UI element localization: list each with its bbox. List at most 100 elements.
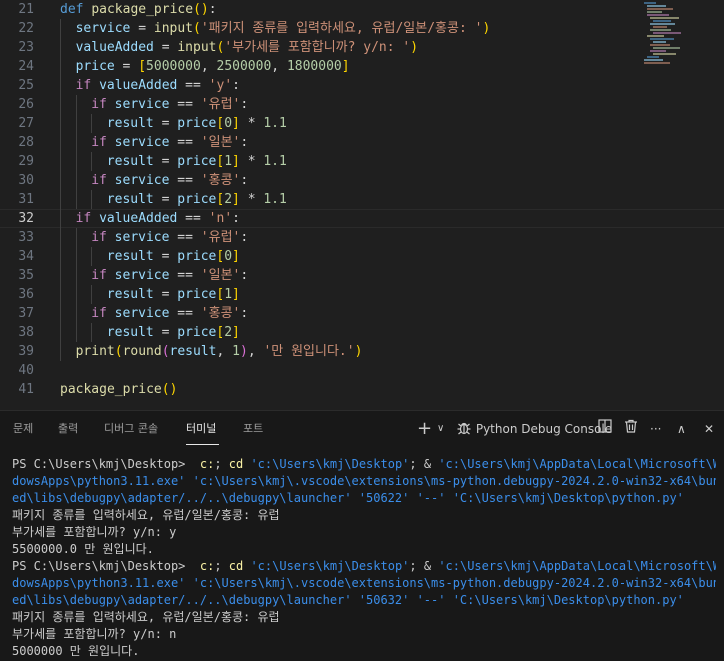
tab-terminal[interactable]: 터미널: [186, 422, 216, 436]
minimap-line: [653, 53, 676, 55]
code-text: if service == '유럽':: [91, 97, 249, 112]
bug-icon: [457, 422, 471, 435]
minimap-line: [650, 23, 675, 25]
code-text: print(round(result, 1), '만 원입니다.'): [75, 344, 363, 359]
terminal-dropdown-icon[interactable]: ∨: [437, 419, 444, 439]
code-text: service = input('패키지 종류를 입력하세요, 유럽/일본/홍콩…: [75, 21, 491, 36]
line-number: 36: [18, 287, 34, 302]
tab-debug-console[interactable]: 디버그 콘솔: [104, 422, 158, 436]
maximize-panel-icon[interactable]: ∧: [677, 419, 686, 439]
terminal-line: 부가세를 포함합니까? y/n: n: [12, 627, 177, 641]
code-line[interactable]: 27 result = price[0] * 1.1: [0, 114, 724, 133]
code-line[interactable]: 34 result = price[0]: [0, 247, 724, 266]
minimap-line: [647, 14, 669, 16]
indent-guide: [91, 323, 93, 342]
code-line[interactable]: 41 package_price(): [0, 380, 724, 399]
indent-guide: [75, 171, 77, 190]
indent-guide: [60, 38, 61, 57]
code-text: if service == '홍콩':: [91, 306, 249, 321]
indent-guide: [60, 228, 61, 247]
line-number: 33: [18, 230, 34, 245]
line-number: 24: [18, 59, 34, 74]
terminal-line: ed\libs\debugpy\adapter/../..\debugpy\la…: [12, 491, 684, 505]
code-text: result = price[1]: [106, 287, 240, 302]
code-line[interactable]: 32 if valueAdded == 'n':: [0, 209, 724, 228]
code-text: if service == '일본':: [91, 268, 249, 283]
code-text: result = price[0]: [106, 249, 240, 264]
code-line[interactable]: 29 result = price[1] * 1.1: [0, 152, 724, 171]
debug-console-selector[interactable]: Python Debug Console: [456, 419, 612, 439]
code-line[interactable]: 26 if service == '유럽':: [0, 95, 724, 114]
minimap-line: [647, 35, 664, 37]
line-number: 31: [18, 192, 34, 207]
line-number: 35: [18, 268, 34, 283]
code-text: def package_price():: [60, 2, 217, 17]
trash-icon[interactable]: [624, 419, 638, 439]
code-line[interactable]: 31 result = price[2] * 1.1: [0, 190, 724, 209]
split-terminal-icon[interactable]: [598, 419, 612, 439]
more-actions-icon[interactable]: ···: [650, 419, 661, 439]
indent-guide: [60, 266, 61, 285]
minimap-line: [653, 47, 680, 49]
minimap-line: [650, 50, 666, 52]
code-line[interactable]: 35 if service == '일본':: [0, 266, 724, 285]
minimap-line: [647, 11, 662, 13]
indent-guide: [60, 285, 61, 304]
code-line[interactable]: 36 result = price[1]: [0, 285, 724, 304]
code-line[interactable]: 21 def package_price():: [0, 0, 724, 19]
line-number: 23: [18, 40, 34, 55]
indent-guide: [91, 285, 93, 304]
indent-guide: [75, 190, 77, 209]
indent-guide: [75, 247, 77, 266]
code-line[interactable]: 37 if service == '홍콩':: [0, 304, 724, 323]
indent-guide: [91, 247, 93, 266]
code-editor[interactable]: 21 def package_price(): 22 service = input(…: [0, 0, 724, 410]
minimap-line: [647, 56, 659, 58]
code-text: result = price[2] * 1.1: [106, 192, 287, 207]
code-line[interactable]: 30 if service == '홍콩':: [0, 171, 724, 190]
terminal-line: 부가세를 포함합니까? y/n: y: [12, 525, 177, 539]
indent-guide: [60, 133, 61, 152]
code-text: if valueAdded == 'n':: [75, 211, 240, 226]
minimap-line: [647, 8, 673, 10]
active-tab-indicator: [186, 444, 219, 445]
minimap-line: [647, 5, 666, 7]
close-panel-icon[interactable]: ✕: [704, 419, 714, 439]
code-line[interactable]: 33 if service == '유럽':: [0, 228, 724, 247]
minimap-line: [650, 17, 679, 19]
code-line[interactable]: 40: [0, 361, 724, 380]
tab-problems[interactable]: 문제: [13, 422, 33, 436]
code-text: if service == '일본':: [91, 135, 249, 150]
indent-guide: [60, 304, 61, 323]
minimap-line: [653, 20, 671, 22]
code-text: valueAdded = input('부가세를 포함합니까? y/n: '): [75, 40, 419, 55]
code-line[interactable]: 38 result = price[2]: [0, 323, 724, 342]
minimap[interactable]: [640, 0, 724, 70]
code-line[interactable]: 25 if valueAdded == 'y':: [0, 76, 724, 95]
indent-guide: [60, 190, 61, 209]
terminal-line: ed\libs\debugpy\adapter/../..\debugpy\la…: [12, 593, 684, 607]
indent-guide: [91, 114, 93, 133]
line-number: 32: [18, 211, 34, 226]
tab-ports[interactable]: 포트: [243, 422, 263, 436]
code-line[interactable]: 22 service = input('패키지 종류를 입력하세요, 유럽/일본/…: [0, 19, 724, 38]
terminal-line: dowsApps\python3.11.exe' 'c:\Users\kmj\.…: [12, 576, 716, 590]
code-line[interactable]: 23 valueAdded = input('부가세를 포함합니까? y/n: '…: [0, 38, 724, 57]
indent-guide: [91, 152, 93, 171]
code-line[interactable]: 39 print(round(result, 1), '만 원입니다.'): [0, 342, 724, 361]
terminal-line: 5000000 만 원입니다.: [12, 644, 140, 658]
terminal-output[interactable]: PS C:\Users\kmj\Desktop> c:; cd 'c:\User…: [12, 456, 716, 660]
indent-guide: [60, 209, 61, 228]
line-number: 26: [18, 97, 34, 112]
indent-guide: [60, 342, 61, 361]
code-line[interactable]: 24 price = [5000000, 2500000, 1800000]: [0, 57, 724, 76]
tab-output[interactable]: 출력: [58, 422, 78, 436]
line-number: 22: [18, 21, 34, 36]
line-number: 39: [18, 344, 34, 359]
indent-guide: [60, 95, 61, 114]
panel-tabs: 문제 출력 디버그 콘솔 터미널 포트 + ∨ Python Debug Con…: [0, 411, 724, 447]
indent-guide: [60, 19, 61, 38]
indent-guide: [75, 285, 77, 304]
new-terminal-button[interactable]: +: [417, 419, 432, 439]
code-line[interactable]: 28 if service == '일본':: [0, 133, 724, 152]
